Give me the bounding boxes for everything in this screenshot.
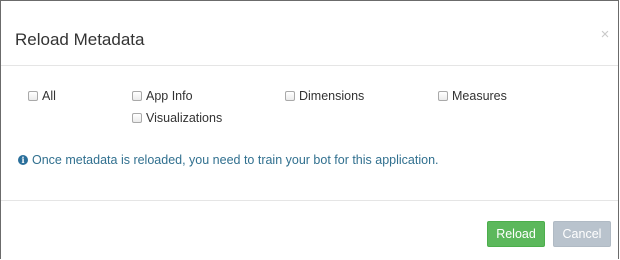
- cancel-button[interactable]: Cancel: [553, 221, 611, 247]
- checkbox-visualizations[interactable]: Visualizations: [132, 110, 222, 126]
- checkbox-all-box[interactable]: [28, 91, 38, 101]
- info-circle-icon: i: [18, 155, 28, 165]
- checkbox-measures[interactable]: Measures: [438, 88, 507, 104]
- checkbox-dimensions-box[interactable]: [285, 91, 295, 101]
- reload-button[interactable]: Reload: [487, 221, 545, 247]
- checkbox-dimensions-label: Dimensions: [299, 89, 365, 103]
- close-icon[interactable]: ×: [598, 27, 612, 42]
- dialog-footer: Reload Cancel: [1, 201, 618, 260]
- info-message-text: Once metadata is reloaded, you need to t…: [32, 153, 439, 167]
- info-message: i Once metadata is reloaded, you need to…: [18, 152, 439, 168]
- checkbox-dimensions[interactable]: Dimensions: [285, 88, 364, 104]
- dialog-header: Reload Metadata ×: [1, 1, 618, 66]
- checkbox-app-info[interactable]: App Info: [132, 88, 193, 104]
- checkbox-app-info-label: App Info: [146, 89, 193, 103]
- checkbox-visualizations-box[interactable]: [132, 113, 142, 123]
- dialog-body: All App Info Dimensions Measures Visuali…: [1, 66, 618, 201]
- checkbox-measures-box[interactable]: [438, 91, 448, 101]
- reload-metadata-dialog: Reload Metadata × All App Info Dimension…: [0, 0, 619, 259]
- checkbox-all-label: All: [42, 89, 56, 103]
- checkbox-all[interactable]: All: [28, 88, 56, 104]
- checkbox-visualizations-label: Visualizations: [146, 111, 223, 125]
- checkbox-app-info-box[interactable]: [132, 91, 142, 101]
- dialog-title: Reload Metadata: [15, 30, 145, 49]
- checkbox-measures-label: Measures: [452, 89, 507, 103]
